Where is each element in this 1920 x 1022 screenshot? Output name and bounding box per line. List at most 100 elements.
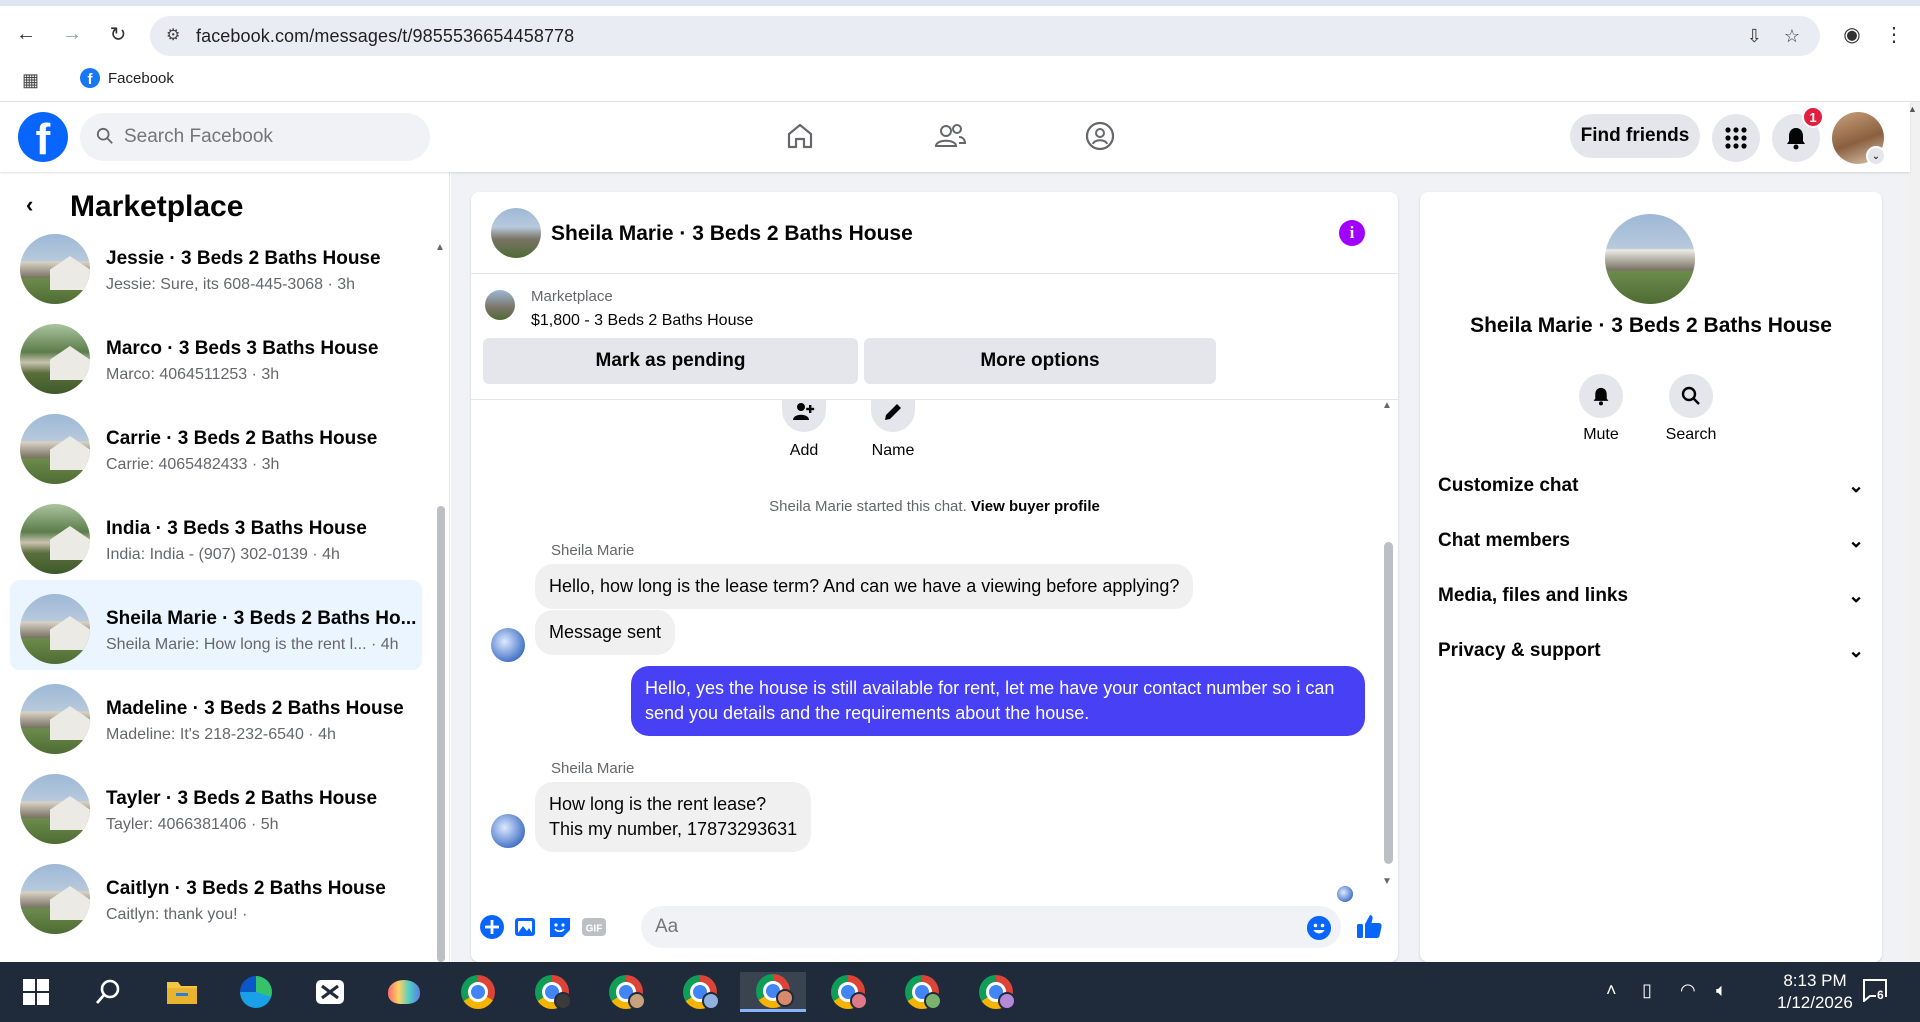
scrollbar-thumb[interactable] [1384,542,1393,864]
search-input[interactable] [124,126,404,148]
chrome-profile-icon[interactable] [604,972,648,1012]
account-chevron-down-icon[interactable]: ⌄ [1866,146,1886,166]
message-input[interactable] [641,906,1341,948]
groups-icon[interactable] [1080,116,1120,156]
bell-icon [1579,374,1623,418]
scroll-up-arrow-icon[interactable]: ▲ [1382,400,1392,411]
chat-list-item[interactable]: Sheila Marie · 3 Beds 2 Baths Ho... Sheil… [10,580,422,670]
browser-toolbar: ← → ↻ ⚙ facebook.com/messages/t/98555366… [0,0,1920,60]
message-line: How long is the rent lease? [549,794,767,814]
sender-name: Sheila Marie [551,760,635,777]
home-icon[interactable] [780,116,820,156]
chat-preview: Marco: 4064511253 · 3h [106,366,280,383]
friends-icon[interactable] [930,116,970,156]
chat-list-item[interactable]: Marco · 3 Beds 3 Baths House Marco: 40645… [10,310,422,400]
profile-icon[interactable]: ◉ [1838,20,1866,48]
chat-list-item[interactable]: Carrie · 3 Beds 2 Baths House Carrie: 406… [10,400,422,490]
add-member-action[interactable]: Add [769,400,839,460]
chat-list-item[interactable]: India · 3 Beds 3 Baths House India: India… [10,490,422,580]
system-clock[interactable]: 8:13 PM 1/12/2026 [1750,970,1880,1014]
incoming-message[interactable]: How long is the rent lease? This my numb… [535,782,812,852]
sender-avatar[interactable] [491,814,525,848]
conversation-avatar[interactable] [491,208,541,258]
paint-app-icon[interactable] [382,972,426,1012]
volume-icon[interactable]: 🔈︎ [1716,980,1727,1001]
capcut-icon[interactable] [308,972,352,1012]
page-scrollbar[interactable]: ▲ [1906,102,1920,962]
mute-action[interactable]: Mute [1566,374,1636,444]
chat-name: Madeline · 3 Beds 2 Baths House [106,698,404,719]
menu-grid-icon[interactable] [1712,114,1760,162]
section-chat-members[interactable]: Chat members ⌄ [1438,521,1864,561]
windows-taskbar: ˄ ▯ ◠ 🔈︎ 8:13 PM 1/12/2026 6 [0,962,1920,1022]
scroll-up-arrow-icon[interactable]: ▲ [435,242,445,253]
scrollbar-thumb[interactable] [437,506,445,962]
more-options-button[interactable]: More options [864,338,1216,384]
chat-list-scrollbar[interactable]: ▲ [434,242,446,962]
menu-kebab-icon[interactable]: ⋮ [1880,20,1908,48]
photo-icon[interactable] [513,914,539,940]
chevron-up-icon[interactable]: ˄ [1606,980,1617,1001]
thumbs-up-icon[interactable] [1355,912,1383,940]
chat-list-item[interactable]: Caitlyn · 3 Beds 2 Baths House Caitlyn: t… [10,850,422,940]
search-icon[interactable] [86,972,130,1012]
section-privacy-support[interactable]: Privacy & support ⌄ [1438,631,1864,671]
forward-icon[interactable]: → [58,20,86,48]
chrome-profile-icon[interactable] [530,972,574,1012]
install-app-icon[interactable]: ⇩ [1747,26,1762,47]
chat-list-item[interactable]: Madeline · 3 Beds 2 Baths House Madeline:… [10,670,422,760]
device-icon[interactable]: ▯ [1642,980,1652,1001]
chrome-profile-icon[interactable] [974,972,1018,1012]
chrome-profile-icon[interactable] [826,972,870,1012]
details-avatar[interactable] [1605,214,1695,304]
facebook-search[interactable] [80,113,430,161]
find-friends-button[interactable]: Find friends [1570,114,1700,158]
facebook-logo-icon[interactable]: f [18,112,68,162]
name-chat-action[interactable]: Name [858,400,928,460]
reload-icon[interactable]: ↻ [104,20,132,48]
incoming-message[interactable]: Hello, how long is the lease term? And c… [535,564,1194,609]
notification-center-icon[interactable]: 6 [1862,978,1892,1006]
view-buyer-profile-link[interactable]: View buyer profile [971,498,1100,515]
back-arrow-icon[interactable]: ‹ [26,192,33,218]
chat-list-item[interactable]: Jessie · 3 Beds 2 Baths House Jessie: Sur… [10,220,422,310]
chat-list-item[interactable]: Tayler · 3 Beds 2 Baths House Tayler: 406… [10,760,422,850]
conversation-header: Sheila Marie · 3 Beds 2 Baths House i [471,192,1398,274]
thread-scrollbar[interactable]: ▲ ▼ [1381,400,1395,892]
listing-price[interactable]: $1,800 - 3 Beds 2 Baths House [531,312,753,330]
chrome-profile-icon[interactable] [900,972,944,1012]
chat-name: India · 3 Beds 3 Baths House [106,518,367,539]
windows-start-icon[interactable] [14,972,58,1012]
bookmark-star-icon[interactable]: ☆ [1784,26,1800,47]
message-composer: GIF [471,892,1398,962]
search-icon [96,127,113,144]
conversation-title[interactable]: Sheila Marie · 3 Beds 2 Baths House [551,222,913,246]
edge-browser-icon[interactable] [234,972,278,1012]
search-action[interactable]: Search [1656,374,1726,444]
section-media-files-links[interactable]: Media, files and links ⌄ [1438,576,1864,616]
section-customize-chat[interactable]: Customize chat ⌄ [1438,466,1864,506]
apps-grid-icon[interactable]: ▦ [22,70,39,91]
listing-thumbnail[interactable] [485,290,515,320]
mark-as-pending-button[interactable]: Mark as pending [483,338,858,384]
file-explorer-icon[interactable] [160,972,204,1012]
wifi-icon[interactable]: ◠ [1680,980,1696,1001]
outgoing-message[interactable]: Hello, yes the house is still available … [631,666,1365,736]
back-icon[interactable]: ← [12,20,40,48]
incoming-message[interactable]: Message sent [535,610,676,655]
sticker-icon[interactable] [547,914,573,940]
gif-icon[interactable]: GIF [581,914,607,940]
chrome-icon[interactable] [456,972,500,1012]
chrome-profile-icon-active[interactable] [740,972,806,1012]
chrome-profile-icon[interactable] [678,972,722,1012]
scroll-down-arrow-icon[interactable]: ▼ [1382,876,1392,887]
info-icon[interactable]: i [1339,220,1365,246]
plus-circle-icon[interactable] [479,914,505,940]
bookmark-facebook[interactable]: f Facebook [80,68,174,88]
site-settings-icon[interactable]: ⚙ [166,25,180,45]
chat-thumbnail [20,504,90,574]
chat-preview: Tayler: 4066381406 · 5h [106,816,279,833]
emoji-icon[interactable] [1307,916,1331,940]
sender-avatar[interactable] [491,628,525,662]
address-bar[interactable]: ⚙ facebook.com/messages/t/98555366544587… [150,16,1820,56]
